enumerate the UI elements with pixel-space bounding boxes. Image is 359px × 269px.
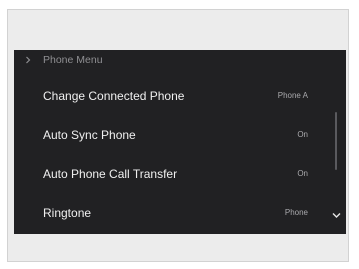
menu-item-auto-phone-call-transfer[interactable]: Auto Phone Call Transfer On — [14, 154, 346, 193]
chevron-down-icon[interactable] — [330, 210, 342, 220]
menu-item-ringtone[interactable]: Ringtone Phone — [14, 193, 346, 232]
menu-item-label: Change Connected Phone — [43, 88, 185, 103]
menu-item-label: Ringtone — [43, 205, 92, 220]
menu-item-change-connected-phone[interactable]: Change Connected Phone Phone A — [14, 76, 346, 115]
scrollbar[interactable] — [335, 112, 337, 170]
menu-item-label: Auto Sync Phone — [43, 127, 136, 142]
chevron-right-icon[interactable] — [23, 55, 33, 65]
menu-title: Phone Menu — [43, 54, 103, 66]
menu-item-value: On — [297, 130, 308, 139]
menu-item-value: On — [297, 169, 308, 178]
menu-item-auto-sync-phone[interactable]: Auto Sync Phone On — [14, 115, 346, 154]
menu-item-value: Phone A — [277, 91, 308, 100]
infotainment-screen: Phone Menu Change Connected Phone Phone … — [14, 50, 346, 234]
menu-item-value: Phone — [284, 208, 308, 217]
menu-item-label: Auto Phone Call Transfer — [43, 166, 178, 181]
menu-header: Phone Menu — [14, 50, 346, 70]
